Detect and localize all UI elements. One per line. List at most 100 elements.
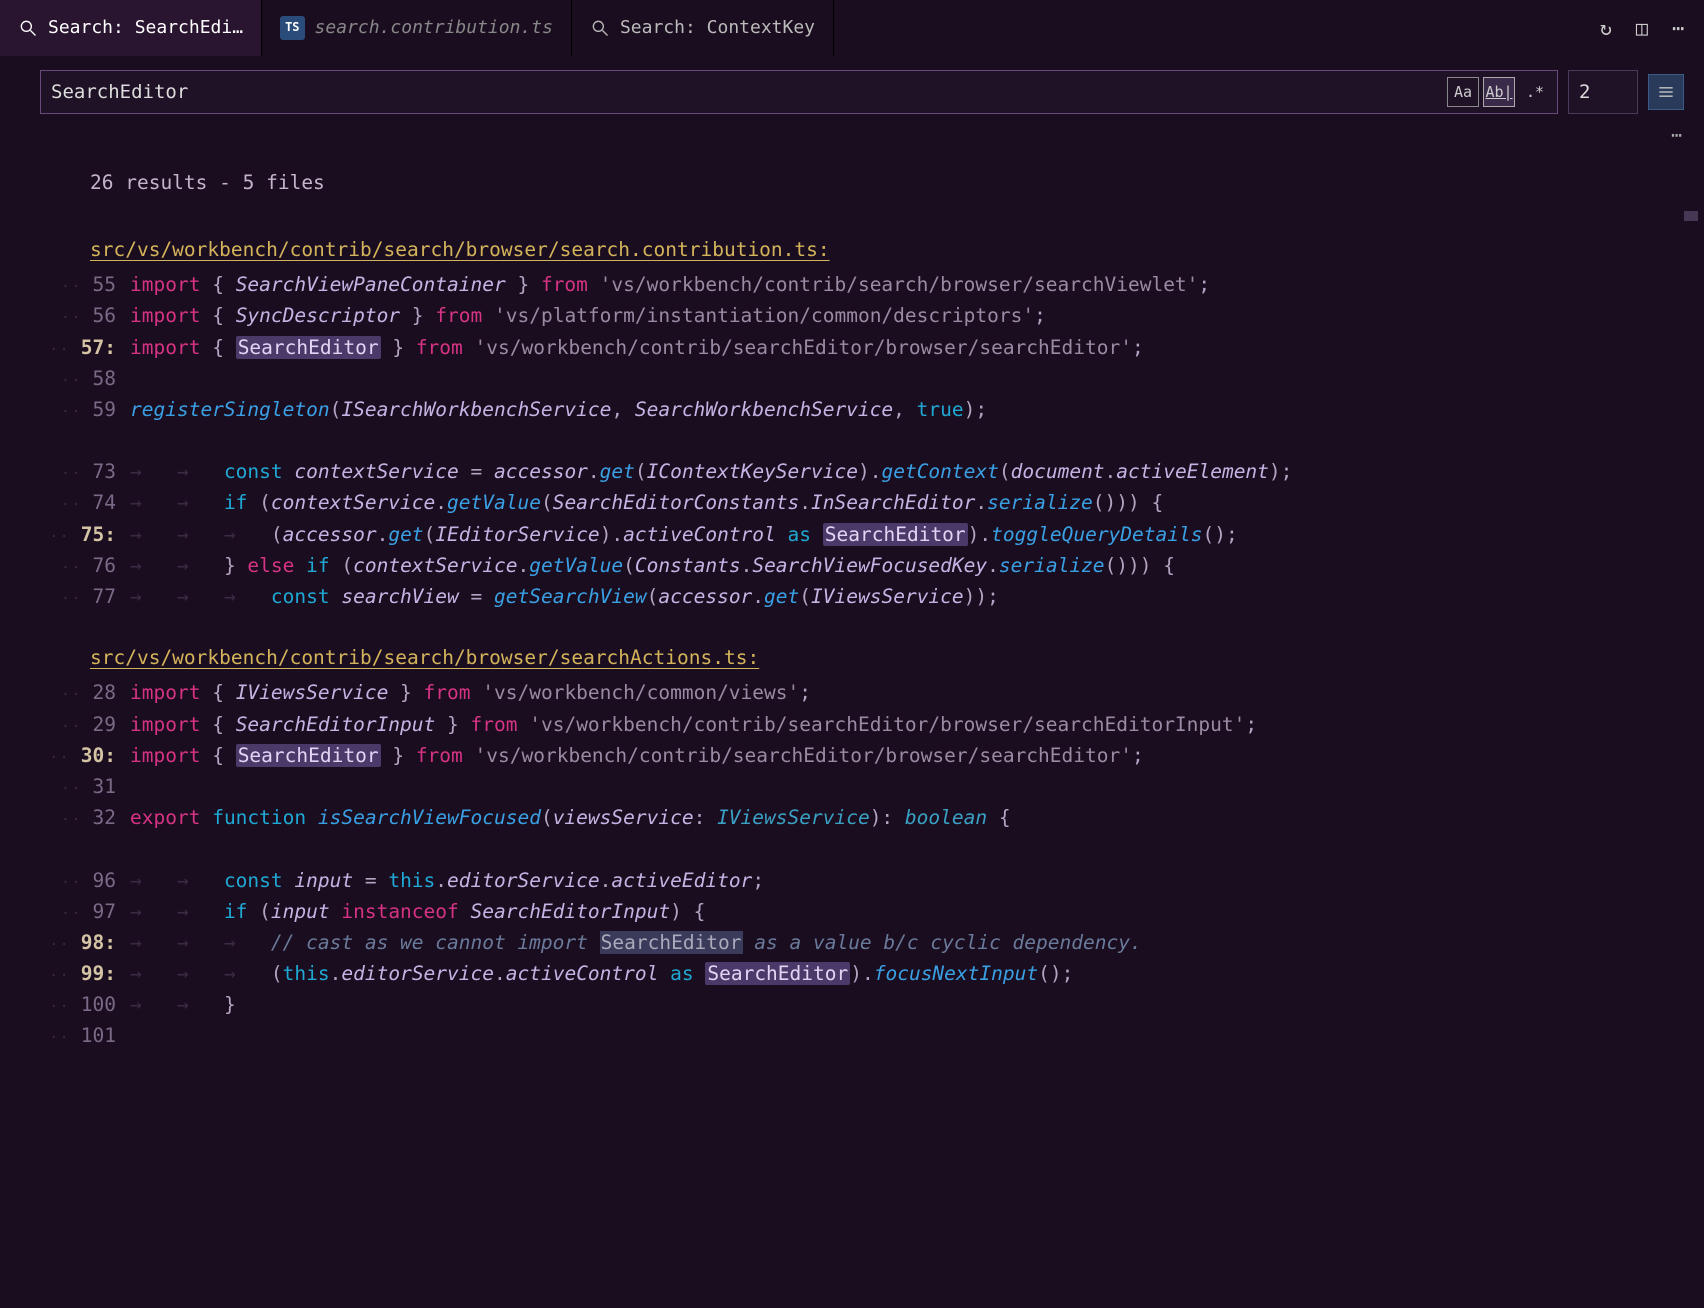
file-path-heading[interactable]: src/vs/workbench/contrib/search/browser/…	[0, 234, 1704, 269]
search-icon	[590, 18, 610, 38]
code-content: import { SearchEditorInput } from 'vs/wo…	[130, 709, 1704, 740]
code-content: → → }	[130, 989, 1704, 1020]
line-gutter: ·· 100	[0, 989, 130, 1020]
result-line[interactable]: ·· 77→ → → const searchView = getSearchV…	[0, 581, 1704, 612]
line-gutter: ·· 58	[0, 363, 130, 394]
tab-label: search.contribution.ts	[315, 14, 553, 43]
results-summary: 26 results - 5 files	[0, 161, 1704, 198]
search-icon	[18, 18, 38, 38]
result-line[interactable]	[0, 425, 1704, 456]
result-line[interactable]: ·· 58	[0, 363, 1704, 394]
whole-word-toggle[interactable]: Ab|	[1483, 77, 1515, 107]
result-line[interactable]	[0, 833, 1704, 864]
result-line[interactable]: ·· 100→ → }	[0, 989, 1704, 1020]
result-line[interactable]: ·· 31	[0, 771, 1704, 802]
result-line[interactable]: ·· 73→ → const contextService = accessor…	[0, 456, 1704, 487]
code-content: import { SearchEditor } from 'vs/workben…	[130, 740, 1704, 771]
context-lines-value: 2	[1579, 77, 1590, 107]
tab-actions: ↻ ◫ ⋯	[1580, 0, 1704, 56]
code-content: → → → (this.editorService.activeControl …	[130, 958, 1704, 989]
code-content	[130, 1020, 1704, 1051]
editor-tabs: Search: SearchEdi… TS search.contributio…	[0, 0, 1704, 56]
code-content: export function isSearchViewFocused(view…	[130, 802, 1704, 833]
result-line[interactable]: ·· 59registerSingleton(ISearchWorkbenchS…	[0, 394, 1704, 425]
search-query-input[interactable]	[51, 81, 1447, 103]
result-line[interactable]: ·· 97→ → if (input instanceof SearchEdit…	[0, 896, 1704, 927]
tab-label: Search: ContextKey	[620, 14, 815, 43]
code-content: → → → (accessor.get(IEditorService).acti…	[130, 519, 1704, 550]
line-gutter: ·· 77	[0, 581, 130, 612]
line-gutter: ·· 97	[0, 896, 130, 927]
line-gutter: ·· 32	[0, 802, 130, 833]
ts-badge-icon: TS	[280, 16, 304, 39]
context-lines-input[interactable]: 2	[1568, 70, 1638, 114]
code-content: import { SyncDescriptor } from 'vs/platf…	[130, 300, 1704, 331]
result-line[interactable]: ·· 55import { SearchViewPaneContainer } …	[0, 269, 1704, 300]
tab-search-contribution[interactable]: TS search.contribution.ts	[262, 0, 572, 56]
line-gutter: ·· 73	[0, 456, 130, 487]
more-icon[interactable]: ⋯	[1671, 122, 1682, 151]
code-content: → → → const searchView = getSearchView(a…	[130, 581, 1704, 612]
line-gutter: ·· 99:	[0, 958, 130, 989]
whole-word-label: Ab|	[1485, 80, 1512, 104]
line-gutter	[0, 833, 130, 864]
code-content	[130, 363, 1704, 394]
line-gutter: ·· 101	[0, 1020, 130, 1051]
result-line[interactable]: ·· 98:→ → → // cast as we cannot import …	[0, 927, 1704, 958]
file-path-heading[interactable]: src/vs/workbench/contrib/search/browser/…	[0, 642, 1704, 677]
tab-search-editor-active[interactable]: Search: SearchEdi…	[0, 0, 262, 56]
search-input-wrap: Aa Ab| .*	[40, 70, 1558, 114]
hamburger-icon	[1656, 82, 1676, 102]
line-gutter: ·· 75:	[0, 519, 130, 550]
code-content: import { SearchEditor } from 'vs/workben…	[130, 332, 1704, 363]
refresh-icon[interactable]: ↻	[1600, 12, 1612, 44]
line-gutter: ·· 30:	[0, 740, 130, 771]
line-gutter: ·· 57:	[0, 332, 130, 363]
split-editor-icon[interactable]: ◫	[1636, 12, 1648, 44]
result-line[interactable]: ·· 57:import { SearchEditor } from 'vs/w…	[0, 332, 1704, 363]
code-content: registerSingleton(ISearchWorkbenchServic…	[130, 394, 1704, 425]
code-content: → → → // cast as we cannot import Search…	[130, 927, 1704, 958]
result-line[interactable]: ·· 75:→ → → (accessor.get(IEditorService…	[0, 519, 1704, 550]
result-line[interactable]: ·· 28import { IViewsService } from 'vs/w…	[0, 677, 1704, 708]
search-options: Aa Ab| .*	[1447, 77, 1551, 107]
result-line[interactable]: ·· 56import { SyncDescriptor } from 'vs/…	[0, 300, 1704, 331]
line-gutter: ·· 31	[0, 771, 130, 802]
code-content: → → const input = this.editorService.act…	[130, 865, 1704, 896]
result-line[interactable]: ·· 96→ → const input = this.editorServic…	[0, 865, 1704, 896]
result-line[interactable]: ·· 29import { SearchEditorInput } from '…	[0, 709, 1704, 740]
line-gutter: ·· 29	[0, 709, 130, 740]
code-content	[130, 771, 1704, 802]
search-results-editor[interactable]: 26 results - 5 files src/vs/workbench/co…	[0, 151, 1704, 1052]
result-line[interactable]: ·· 76→ → } else if (contextService.getVa…	[0, 550, 1704, 581]
tab-label: Search: SearchEdi…	[48, 14, 243, 43]
line-gutter: ·· 96	[0, 865, 130, 896]
more-row: ⋯	[0, 122, 1704, 151]
line-gutter: ·· 76	[0, 550, 130, 581]
code-content: import { SearchViewPaneContainer } from …	[130, 269, 1704, 300]
code-content: → → const contextService = accessor.get(…	[130, 456, 1704, 487]
line-gutter	[0, 425, 130, 456]
result-line[interactable]: ·· 101	[0, 1020, 1704, 1051]
line-gutter: ·· 98:	[0, 927, 130, 958]
results-body: src/vs/workbench/contrib/search/browser/…	[0, 234, 1704, 1052]
line-gutter: ·· 74	[0, 487, 130, 518]
result-line[interactable]: ·· 30:import { SearchEditor } from 'vs/w…	[0, 740, 1704, 771]
line-gutter: ·· 55	[0, 269, 130, 300]
result-line[interactable]: ·· 74→ → if (contextService.getValue(Sea…	[0, 487, 1704, 518]
line-gutter: ·· 28	[0, 677, 130, 708]
more-actions-icon[interactable]: ⋯	[1672, 12, 1684, 44]
search-row: Aa Ab| .* 2	[0, 56, 1704, 122]
code-content: → → if (input instanceof SearchEditorInp…	[130, 896, 1704, 927]
case-sensitive-toggle[interactable]: Aa	[1447, 77, 1479, 107]
tab-search-contextkey[interactable]: Search: ContextKey	[572, 0, 834, 56]
regex-toggle[interactable]: .*	[1519, 77, 1551, 107]
result-line[interactable]: ·· 32export function isSearchViewFocused…	[0, 802, 1704, 833]
toggle-search-details-button[interactable]	[1648, 74, 1684, 110]
minimap-slider[interactable]	[1684, 211, 1698, 221]
line-gutter: ·· 56	[0, 300, 130, 331]
result-line[interactable]: ·· 99:→ → → (this.editorService.activeCo…	[0, 958, 1704, 989]
code-content: → → if (contextService.getValue(SearchEd…	[130, 487, 1704, 518]
code-content: import { IViewsService } from 'vs/workbe…	[130, 677, 1704, 708]
line-gutter: ·· 59	[0, 394, 130, 425]
